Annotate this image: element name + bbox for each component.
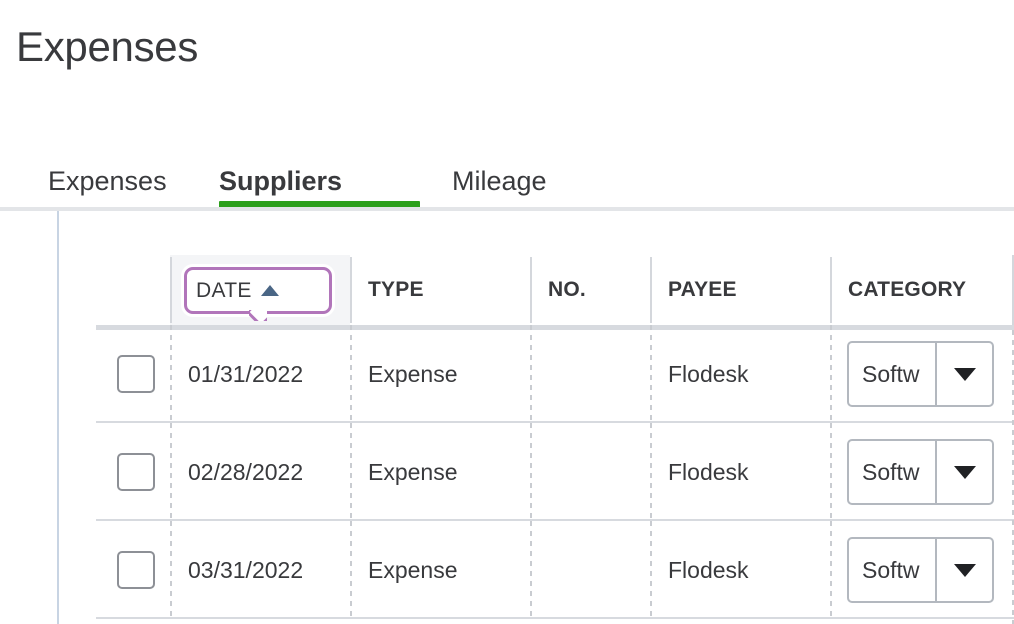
row-select-cell: [96, 423, 170, 521]
expenses-table: DATE TYPE NO. PAYEE CATEGORY 01/31/2022 …: [96, 255, 1014, 624]
row-select-cell: [96, 521, 170, 619]
left-rail-divider: [57, 211, 59, 624]
tab-bar-divider: [0, 207, 1014, 211]
row-date-cell: 02/28/2022: [170, 423, 350, 521]
page-title: Expenses: [16, 23, 199, 70]
header-type-label: TYPE: [368, 278, 424, 301]
tab-expenses[interactable]: Expenses: [48, 140, 189, 210]
category-dropdown[interactable]: Softw: [847, 537, 994, 603]
row-no-cell: [530, 423, 650, 521]
row-category-cell: Softw: [830, 423, 1014, 521]
tab-mileage[interactable]: Mileage: [452, 140, 572, 210]
row-select-cell: [96, 325, 170, 423]
row-no-cell: [530, 325, 650, 423]
date-sort-highlight[interactable]: DATE: [184, 267, 332, 314]
header-payee-label: PAYEE: [668, 278, 737, 301]
row-checkbox[interactable]: [117, 551, 155, 589]
row-category-cell: Softw: [830, 325, 1014, 423]
row-date-cell: 01/31/2022: [170, 325, 350, 423]
category-dropdown-value: Softw: [862, 458, 920, 485]
chevron-down-icon: [953, 563, 976, 577]
tab-bar: Expenses Suppliers Mileage: [0, 140, 1014, 210]
category-dropdown-toggle[interactable]: [935, 539, 992, 601]
tab-suppliers-label: Suppliers: [219, 166, 343, 196]
row-checkbox[interactable]: [117, 355, 155, 393]
row-divider: [96, 617, 1014, 619]
header-no-label: NO.: [548, 278, 586, 301]
row-type-value: Expense: [368, 458, 458, 485]
tab-suppliers[interactable]: Suppliers: [219, 140, 420, 210]
row-type-value: Expense: [368, 360, 458, 387]
header-cell-date[interactable]: DATE: [170, 255, 350, 325]
table-row[interactable]: 02/28/2022 Expense Flodesk Softw: [96, 423, 1014, 521]
category-dropdown[interactable]: Softw: [847, 439, 994, 505]
row-date-value: 03/31/2022: [188, 556, 304, 583]
row-date-value: 02/28/2022: [188, 458, 304, 485]
row-payee-cell: Flodesk: [650, 521, 830, 619]
row-no-cell: [530, 521, 650, 619]
row-type-cell: Expense: [350, 325, 530, 423]
header-cell-category[interactable]: CATEGORY: [830, 255, 1014, 325]
row-payee-value: Flodesk: [668, 458, 749, 485]
header-cell-no[interactable]: NO.: [530, 255, 650, 325]
row-payee-value: Flodesk: [668, 556, 749, 583]
category-dropdown-value: Softw: [862, 360, 920, 387]
chevron-down-icon: [953, 367, 976, 381]
header-cell-select: [96, 255, 170, 325]
header-cell-type[interactable]: TYPE: [350, 255, 530, 325]
row-date-value: 01/31/2022: [188, 360, 304, 387]
highlight-pointer-notch: [249, 310, 267, 321]
row-checkbox[interactable]: [117, 453, 155, 491]
category-dropdown[interactable]: Softw: [847, 341, 994, 407]
row-payee-cell: Flodesk: [650, 325, 830, 423]
tab-mileage-label: Mileage: [452, 166, 547, 196]
row-payee-cell: Flodesk: [650, 423, 830, 521]
row-type-value: Expense: [368, 556, 458, 583]
category-dropdown-toggle[interactable]: [935, 343, 992, 405]
row-type-cell: Expense: [350, 521, 530, 619]
category-dropdown-toggle[interactable]: [935, 441, 992, 503]
row-payee-value: Flodesk: [668, 360, 749, 387]
row-date-cell: 03/31/2022: [170, 521, 350, 619]
chevron-down-icon: [953, 465, 976, 479]
table-header-row: DATE TYPE NO. PAYEE CATEGORY: [96, 255, 1014, 330]
header-date-label: DATE: [196, 278, 252, 302]
table-row[interactable]: 03/31/2022 Expense Flodesk Softw: [96, 521, 1014, 619]
expenses-page: Expenses Expenses Suppliers Mileage DATE: [0, 0, 1014, 624]
header-category-label: CATEGORY: [848, 278, 967, 301]
tab-expenses-label: Expenses: [48, 166, 167, 196]
sort-ascending-arrow-icon: [260, 285, 279, 296]
header-cell-payee[interactable]: PAYEE: [650, 255, 830, 325]
row-category-cell: Softw: [830, 521, 1014, 619]
category-dropdown-value: Softw: [862, 556, 920, 583]
table-row[interactable]: 01/31/2022 Expense Flodesk Softw: [96, 325, 1014, 423]
row-type-cell: Expense: [350, 423, 530, 521]
